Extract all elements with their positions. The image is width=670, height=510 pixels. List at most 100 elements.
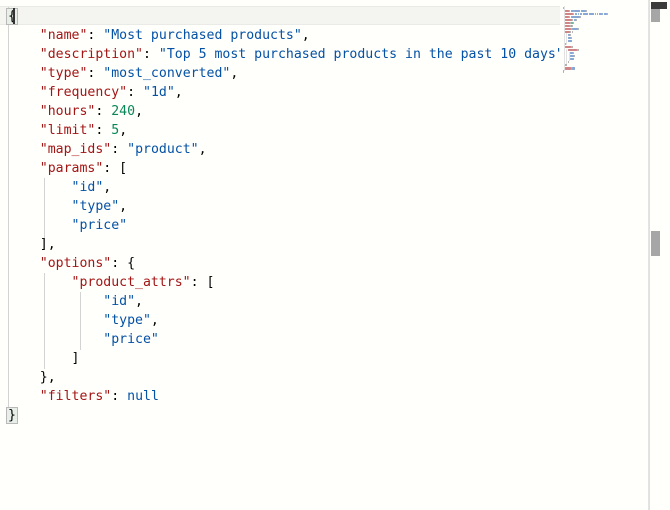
code-line-content: ] [0,349,80,368]
code-line-content: "type", [0,311,159,330]
token-null: null [127,389,159,404]
token-punct: : [111,389,128,404]
indent-spacing [8,370,40,385]
indent-spacing [8,294,103,309]
minimap-lines [563,6,647,73]
token-key: "hours" [39,104,96,119]
code-line[interactable]: "description": "Top 5 most purchased pro… [0,45,560,64]
token-str: "Most purchased products" [103,28,302,43]
code-line[interactable]: ] [0,349,560,368]
token-key: "name" [39,28,88,43]
code-editor-surface[interactable]: { "name": "Most purchased products", "de… [0,0,560,510]
code-lines-container[interactable]: { "name": "Most purchased products", "de… [0,0,560,425]
token-num: 5 [111,123,120,138]
code-line-content: "hours": 240, [0,102,143,121]
code-line-content: "options": { [0,254,135,273]
token-punct: : [95,104,112,119]
indent-spacing [8,85,40,100]
code-line-content: "type": "most_converted", [0,64,239,83]
token-key: "params" [39,161,104,176]
scrollbar-thumb[interactable] [651,9,660,22]
token-punct: , [135,294,143,309]
token-str: "id" [71,180,104,195]
token-key: "options" [39,256,112,271]
token-str: "id" [103,294,136,309]
code-line[interactable]: { [0,7,560,26]
indent-spacing [8,199,72,214]
code-line[interactable]: "params": [ [0,159,560,178]
scrollbar-divider [649,0,650,510]
token-punct: : [111,142,128,157]
code-line-content: "map_ids": "product", [0,140,207,159]
indent-spacing [8,104,40,119]
indent-spacing [8,180,72,195]
code-line[interactable]: "filters": null [0,387,560,406]
code-line[interactable]: "price" [0,330,560,349]
token-str: "price" [103,332,159,347]
code-line[interactable]: ], [0,235,560,254]
code-line[interactable]: "product_attrs": [ [0,273,560,292]
indent-spacing [8,389,40,404]
code-line-content: "price" [0,216,128,235]
token-num: 240 [111,104,136,119]
token-punct: : [142,47,159,62]
indent-spacing [8,313,103,328]
token-punct: : [87,28,104,43]
token-punct: , [119,199,128,214]
minimap-indent-guide [566,33,567,45]
token-str: "Top 5 most purchased products in the pa… [158,47,560,62]
code-line[interactable]: "price" [0,216,560,235]
code-line-content: "frequency": "1d", [0,83,183,102]
code-line[interactable]: "type", [0,311,560,330]
token-key: "limit" [39,123,96,138]
indent-spacing [8,256,40,271]
token-brace: { [6,8,18,25]
code-line[interactable]: "id", [0,292,560,311]
code-line[interactable]: "type": "most_converted", [0,64,560,83]
token-str: "1d" [143,85,175,100]
overview-ruler-marker [651,2,667,9]
token-punct: : [87,66,104,81]
token-punct: : { [111,256,136,271]
indent-spacing [8,123,40,138]
code-line-content: "price" [0,330,159,349]
token-punct: : [ [190,275,215,290]
token-key: "description" [39,47,143,62]
token-str: "type" [103,313,151,328]
indent-spacing [8,332,103,347]
token-punct: ], [39,237,56,252]
code-line[interactable]: } [0,406,560,425]
code-line[interactable]: "id", [0,178,560,197]
code-line-content: "id", [0,292,143,311]
token-punct: ] [71,351,80,366]
json-editor[interactable]: { "name": "Most purchased products", "de… [0,0,670,510]
token-str: "product" [127,142,199,157]
token-key: "product_attrs" [71,275,191,290]
vertical-scrollbar[interactable] [648,0,670,510]
token-key: "frequency" [39,85,128,100]
code-line-content: "name": "Most purchased products", [0,26,310,45]
token-key: "type" [39,66,88,81]
token-punct: , [103,180,112,195]
code-line[interactable]: "frequency": "1d", [0,83,560,102]
code-line[interactable]: "options": { [0,254,560,273]
code-line[interactable]: }, [0,368,560,387]
token-punct: , [230,66,239,81]
code-line[interactable]: "map_ids": "product", [0,140,560,159]
code-line[interactable]: "name": "Most purchased products", [0,26,560,45]
token-punct: , [119,123,128,138]
minimap[interactable] [563,0,647,510]
token-str: "type" [71,199,120,214]
code-line[interactable]: "limit": 5, [0,121,560,140]
code-line[interactable]: "hours": 240, [0,102,560,121]
minimap-indent-guide [566,48,567,65]
code-line-content: "id", [0,178,112,197]
token-punct: : [95,123,112,138]
indent-spacing [8,218,72,233]
scrollbar-thumb-secondary[interactable] [651,231,660,256]
token-key: "filters" [39,389,112,404]
code-line[interactable]: "type", [0,197,560,216]
token-punct: , [135,104,144,119]
indent-spacing [8,142,40,157]
indent-spacing [8,351,72,366]
